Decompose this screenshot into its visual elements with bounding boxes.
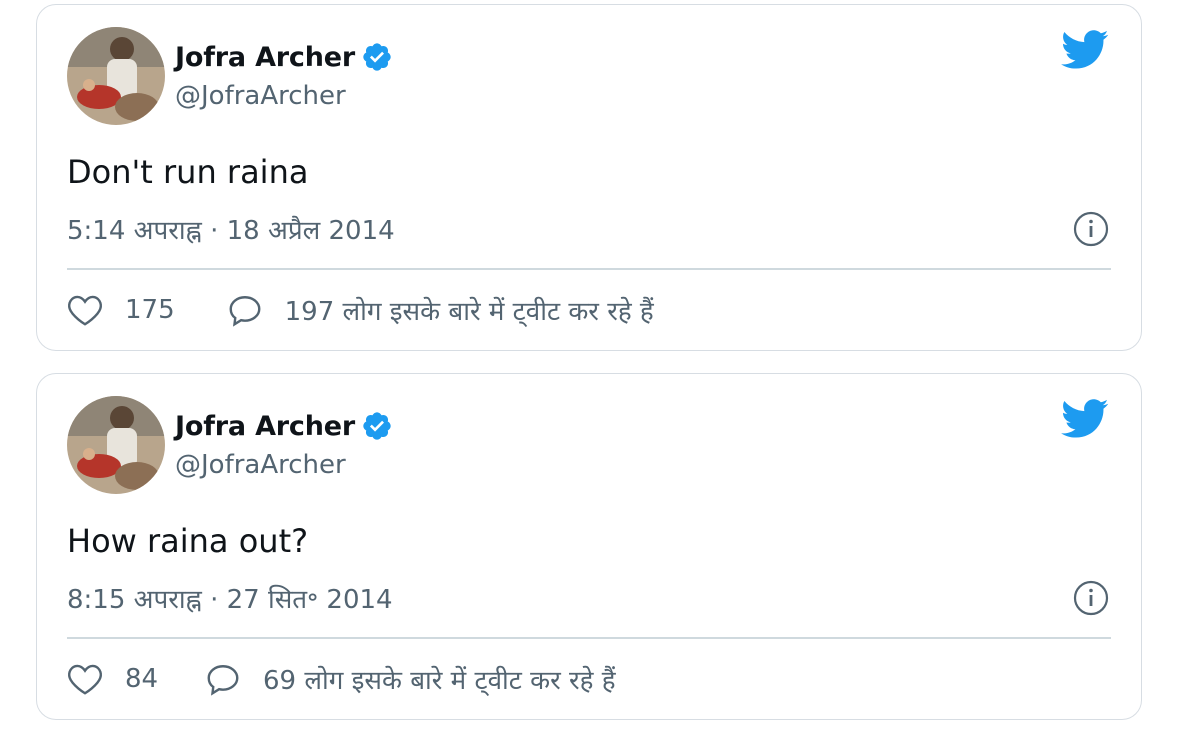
comment-icon [207, 665, 239, 696]
comment-icon [229, 296, 261, 327]
author-handle[interactable]: @JofraArcher [175, 450, 346, 480]
verified-badge-icon [361, 410, 393, 442]
discussion-link[interactable]: 197 लोग इसके बारे में ट्वीट कर रहे हैं [227, 292, 654, 328]
tweet-card[interactable]: Jofra Archer @JofraArcher Don't run rain… [36, 4, 1142, 351]
tweet-actions: 84 69 लोग इसके बारे में ट्वीट कर रहे हैं [67, 661, 616, 697]
discussion-text: 197 लोग इसके बारे में ट्वीट कर रहे हैं [284, 297, 654, 327]
twitter-bird-icon[interactable] [1061, 29, 1109, 71]
discussion-text: 69 लोग इसके बारे में ट्वीट कर रहे हैं [263, 666, 616, 696]
tweet-text: How raina out? [67, 522, 309, 560]
tweet-card[interactable]: Jofra Archer @JofraArcher How raina out?… [36, 373, 1142, 720]
discussion-link[interactable]: 69 लोग इसके बारे में ट्वीट कर रहे हैं [205, 661, 616, 697]
like-count: 84 [125, 664, 159, 694]
author-name[interactable]: Jofra Archer [175, 42, 355, 73]
avatar[interactable] [67, 27, 165, 125]
info-icon[interactable] [1073, 580, 1109, 616]
tweet-actions: 175 197 लोग इसके बारे में ट्वीट कर रहे ह… [67, 292, 654, 328]
like-button[interactable]: 84 [67, 662, 165, 696]
heart-icon [68, 664, 102, 695]
tweet-text: Don't run raina [67, 153, 309, 191]
tweet-timestamp[interactable]: 5:14 अपराह्न · 18 अप्रैल 2014 [67, 211, 395, 247]
avatar[interactable] [67, 396, 165, 494]
info-icon[interactable] [1073, 211, 1109, 247]
verified-badge-icon [361, 41, 393, 73]
author-handle[interactable]: @JofraArcher [175, 81, 346, 111]
twitter-bird-icon[interactable] [1061, 398, 1109, 440]
like-button[interactable]: 175 [67, 293, 175, 327]
author-name[interactable]: Jofra Archer [175, 411, 355, 442]
tweet-timestamp[interactable]: 8:15 अपराह्न · 27 सित॰ 2014 [67, 580, 393, 616]
heart-icon [68, 295, 102, 326]
like-count: 175 [125, 295, 175, 325]
divider [67, 637, 1111, 639]
divider [67, 268, 1111, 270]
